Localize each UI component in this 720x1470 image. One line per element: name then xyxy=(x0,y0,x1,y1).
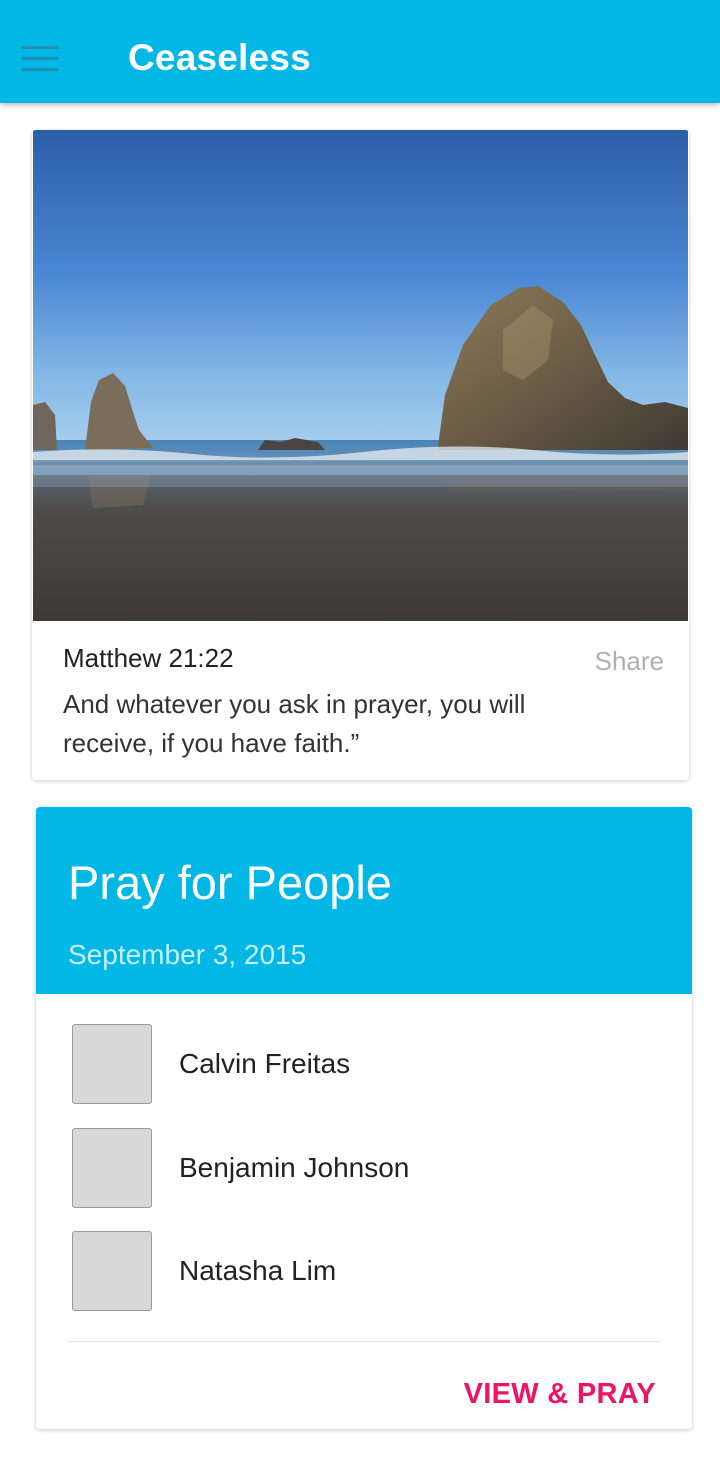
pray-card-date: September 3, 2015 xyxy=(68,939,307,970)
app-bar: Ceaseless xyxy=(0,0,720,103)
verse-text: And whatever you ask in prayer, you will… xyxy=(63,689,526,758)
person-name: Natasha Lim xyxy=(179,1255,337,1286)
pray-for-people-card: Pray for People September 3, 2015 Calvin… xyxy=(36,807,692,1429)
person-name: Benjamin Johnson xyxy=(179,1152,410,1183)
verse-reference: Matthew 21:22 xyxy=(63,643,234,673)
card-divider xyxy=(68,1341,660,1342)
person-row[interactable]: Calvin Freitas xyxy=(72,1024,632,1104)
pray-card-title: Pray for People xyxy=(68,856,392,909)
verse-card: Matthew 21:22 Share And whatever you ask… xyxy=(32,130,689,780)
hamburger-menu-icon[interactable] xyxy=(22,46,58,72)
avatar xyxy=(72,1231,152,1311)
pray-card-header: Pray for People September 3, 2015 xyxy=(36,807,692,994)
view-and-pray-button[interactable]: VIEW & PRAY xyxy=(464,1378,656,1411)
person-row[interactable]: Natasha Lim xyxy=(72,1231,632,1311)
verse-photo xyxy=(33,130,688,621)
person-row[interactable]: Benjamin Johnson xyxy=(72,1128,632,1208)
app-title: Ceaseless xyxy=(128,37,311,78)
avatar xyxy=(72,1128,152,1208)
avatar xyxy=(72,1024,152,1104)
person-name: Calvin Freitas xyxy=(179,1048,351,1079)
share-button[interactable]: Share xyxy=(595,646,664,677)
